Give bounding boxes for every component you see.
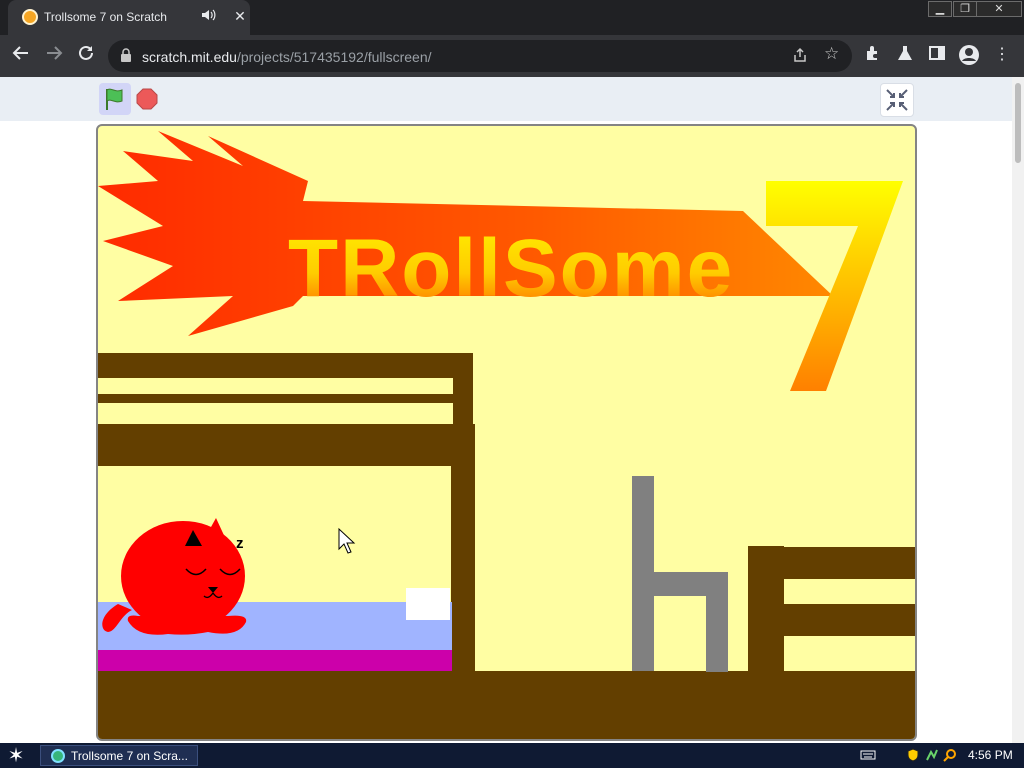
forward-icon[interactable] bbox=[41, 43, 67, 69]
url-text: scratch.mit.edu/projects/517435192/fulls… bbox=[142, 49, 432, 65]
bed-post bbox=[451, 466, 475, 676]
address-bar[interactable]: scratch.mit.edu/projects/517435192/fulls… bbox=[108, 40, 852, 72]
security-shield-icon[interactable] bbox=[906, 748, 920, 762]
keyboard-tray-icon[interactable] bbox=[860, 748, 876, 762]
exit-fullscreen-icon[interactable] bbox=[880, 83, 914, 117]
tab-title: Trollsome 7 on Scratch bbox=[44, 10, 167, 24]
reload-icon[interactable] bbox=[73, 43, 99, 69]
mouse-cursor-icon bbox=[338, 527, 356, 554]
top-bunk-base bbox=[98, 424, 475, 466]
taskbar-window-label: Trollsome 7 on Scra... bbox=[71, 749, 188, 763]
top-bunk-rail bbox=[98, 353, 470, 378]
url-host: scratch.mit.edu bbox=[142, 49, 237, 65]
page-scrollbar[interactable] bbox=[1012, 77, 1024, 743]
green-flag-icon[interactable] bbox=[99, 83, 131, 115]
floor bbox=[98, 671, 915, 739]
browser-tab[interactable]: Trollsome 7 on Scratch ✕ bbox=[8, 0, 250, 35]
taskbar-window-item[interactable]: Trollsome 7 on Scra... bbox=[40, 745, 198, 766]
lab-flask-icon[interactable] bbox=[894, 44, 916, 66]
browser-title-bar: Trollsome 7 on Scratch ✕ ▁ ❐ ✕ bbox=[0, 0, 1024, 35]
chair-leg bbox=[706, 572, 728, 672]
page-viewport: TRollSome z bbox=[0, 77, 1012, 743]
search-tray-icon[interactable] bbox=[943, 748, 957, 762]
network-tray-icon[interactable] bbox=[925, 748, 939, 762]
url-path: /projects/517435192/fullscreen/ bbox=[236, 49, 432, 65]
pillow bbox=[406, 588, 450, 620]
extensions-icon[interactable] bbox=[862, 44, 884, 66]
lock-icon[interactable] bbox=[120, 48, 132, 62]
system-clock[interactable]: 4:56 PM bbox=[968, 748, 1013, 762]
profile-icon[interactable] bbox=[958, 44, 980, 66]
sleep-z-text: z bbox=[236, 535, 244, 552]
browser-toolbar: scratch.mit.edu/projects/517435192/fulls… bbox=[0, 35, 1024, 77]
scrollbar-thumb[interactable] bbox=[1015, 83, 1021, 163]
project-stage[interactable]: TRollSome z bbox=[96, 124, 917, 741]
os-taskbar: ✶ Trollsome 7 on Scra... 4:56 PM bbox=[0, 743, 1024, 768]
window-minimize-button[interactable]: ▁ bbox=[928, 1, 952, 17]
back-icon[interactable] bbox=[8, 43, 34, 69]
window-restore-button[interactable]: ❐ bbox=[953, 1, 977, 17]
top-bunk-slat bbox=[98, 394, 470, 403]
menu-icon[interactable]: ⋮ bbox=[991, 44, 1013, 66]
stage-canvas: TRollSome z bbox=[98, 131, 915, 739]
bookmark-star-icon[interactable]: ☆ bbox=[824, 44, 842, 64]
audio-playing-icon[interactable] bbox=[200, 7, 218, 25]
tab-close-icon[interactable]: ✕ bbox=[230, 6, 250, 26]
window-close-button[interactable]: ✕ bbox=[976, 1, 1022, 17]
stop-sign-icon[interactable] bbox=[136, 88, 158, 110]
title-text: TRollSome bbox=[288, 223, 734, 314]
bed-base bbox=[98, 650, 452, 674]
share-icon[interactable] bbox=[792, 47, 810, 65]
start-menu-icon[interactable]: ✶ bbox=[4, 745, 28, 767]
browser-taskbar-icon bbox=[51, 749, 65, 763]
player-controls-bar bbox=[0, 77, 1012, 121]
scratch-favicon-icon bbox=[22, 9, 38, 25]
side-panel-icon[interactable] bbox=[926, 44, 948, 66]
dresser-top bbox=[748, 547, 915, 579]
dresser-middle bbox=[748, 604, 915, 636]
